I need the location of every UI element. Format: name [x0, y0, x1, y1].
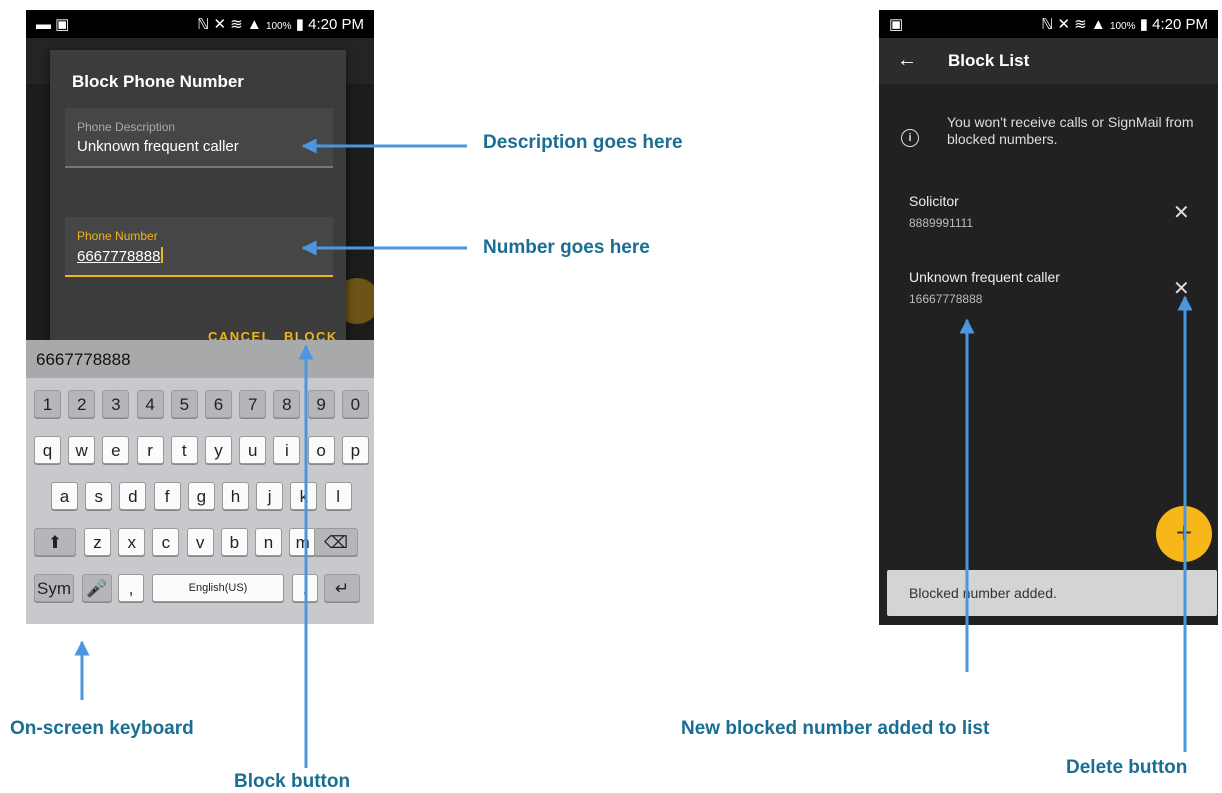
info-icon: i	[901, 129, 919, 147]
text-caret	[161, 247, 164, 263]
notification-icons: ▬ ▣	[36, 16, 70, 33]
key-1[interactable]: 1	[34, 390, 61, 418]
key-j[interactable]: j	[256, 482, 284, 510]
battery-percent: 100%	[1109, 21, 1136, 32]
add-blocked-number-button[interactable]: +	[1156, 506, 1212, 562]
phone-description-label: Phone Description	[77, 120, 176, 134]
battery-percent: 100%	[265, 21, 292, 32]
callout-keyboard: On-screen keyboard	[10, 718, 194, 739]
blocked-item-number: 16667778888	[909, 292, 983, 306]
key-t[interactable]: t	[170, 436, 198, 464]
key-2[interactable]: 2	[68, 390, 96, 418]
key-g[interactable]: g	[187, 482, 215, 510]
callout-block-button: Block button	[234, 771, 351, 792]
key-6[interactable]: 6	[205, 390, 232, 418]
key-s[interactable]: s	[85, 482, 113, 510]
app-bar: ← Block List	[879, 38, 1218, 84]
key-n[interactable]: n	[255, 528, 282, 556]
blocked-item-name: Unknown frequent caller	[909, 269, 1060, 285]
key-o[interactable]: o	[307, 436, 335, 464]
key-r[interactable]: r	[136, 436, 164, 464]
key-k[interactable]: k	[290, 482, 318, 510]
phone-description-value: Unknown frequent caller	[77, 138, 239, 155]
page-title: Block List	[948, 51, 1030, 70]
sym-key[interactable]: Sym	[34, 574, 74, 602]
key-i[interactable]: i	[273, 436, 301, 464]
key-z[interactable]: z	[84, 528, 111, 556]
key-a[interactable]: a	[51, 482, 78, 510]
block-number-dialog: Block Phone Number Phone Description Unk…	[50, 50, 346, 350]
back-arrow-icon[interactable]: ←	[897, 49, 917, 72]
key-9[interactable]: 9	[307, 390, 335, 418]
callout-description: Description goes here	[483, 132, 683, 153]
status-right: ℕ ✕ ≋ ▲ 100% ▮ 4:20 PM	[197, 15, 364, 33]
callout-delete-button: Delete button	[1066, 757, 1188, 778]
info-text: You won't receive calls or SignMail from…	[947, 114, 1194, 147]
microphone-key-icon[interactable]: 🎤	[82, 574, 112, 602]
key-m[interactable]: m	[289, 528, 317, 556]
snackbar: Blocked number added.	[887, 570, 1217, 616]
delete-close-icon[interactable]: ✕	[1173, 200, 1190, 225]
callout-new-number: New blocked number added to list	[681, 718, 990, 739]
key-c[interactable]: c	[152, 528, 180, 556]
delete-close-icon[interactable]: ✕	[1173, 276, 1190, 301]
blocked-item-number: 8889991111	[909, 216, 974, 230]
period-key[interactable]: .	[292, 574, 318, 602]
phone-number-label: Phone Number	[77, 229, 158, 243]
enter-key-icon[interactable]: ↵	[324, 574, 360, 602]
dialog-title: Block Phone Number	[72, 72, 244, 91]
shift-key-icon[interactable]: ⬆	[34, 528, 76, 556]
key-0[interactable]: 0	[341, 390, 369, 418]
key-w[interactable]: w	[68, 436, 96, 464]
snackbar-text: Blocked number added.	[909, 585, 1057, 601]
block-phone-number-screen: ▬ ▣ ℕ ✕ ≋ ▲ 100% ▮ 4:20 PM Block Phone N…	[26, 10, 374, 624]
key-8[interactable]: 8	[273, 390, 301, 418]
signal-icons: ℕ ✕ ≋ ▲	[1041, 16, 1106, 33]
space-key[interactable]: English(US)	[152, 574, 284, 602]
comma-key[interactable]: ,	[118, 574, 144, 602]
key-4[interactable]: 4	[136, 390, 164, 418]
notification-icons: ▣	[889, 16, 904, 33]
on-screen-keyboard: 6667778888 1234567890 qwertyuiop asdfghjkl…	[26, 340, 374, 624]
blocked-item-name: Solicitor	[909, 193, 959, 209]
key-7[interactable]: 7	[239, 390, 267, 418]
key-l[interactable]: l	[324, 482, 352, 510]
block-list-screen: ▣ ℕ ✕ ≋ ▲ 100% ▮ 4:20 PM ← Block List i …	[879, 10, 1218, 625]
phone-number-value-wrap: 6667778888	[77, 247, 164, 265]
battery-icon: ▮	[1139, 16, 1148, 33]
callout-number: Number goes here	[483, 237, 650, 258]
key-b[interactable]: b	[220, 528, 248, 556]
key-y[interactable]: y	[205, 436, 232, 464]
phone-number-field[interactable]: Phone Number 6667778888	[65, 217, 333, 277]
battery-icon: ▮	[295, 16, 304, 33]
key-q[interactable]: q	[34, 436, 61, 464]
clock: 4:20 PM	[1152, 16, 1208, 33]
key-p[interactable]: p	[341, 436, 369, 464]
key-f[interactable]: f	[153, 482, 181, 510]
phone-number-value: 6667778888	[77, 248, 161, 265]
key-x[interactable]: x	[118, 528, 146, 556]
key-v[interactable]: v	[186, 528, 214, 556]
signal-icons: ℕ ✕ ≋ ▲	[197, 16, 262, 33]
key-u[interactable]: u	[239, 436, 267, 464]
status-bar: ▬ ▣ ℕ ✕ ≋ ▲ 100% ▮ 4:20 PM	[26, 10, 374, 38]
backspace-key-icon[interactable]: ⌫	[314, 528, 358, 556]
key-3[interactable]: 3	[102, 390, 130, 418]
status-bar: ▣ ℕ ✕ ≋ ▲ 100% ▮ 4:20 PM	[879, 10, 1218, 38]
keyboard-suggestion-bar: 6667778888	[26, 340, 374, 378]
key-d[interactable]: d	[119, 482, 147, 510]
key-5[interactable]: 5	[170, 390, 198, 418]
keyboard-suggestion[interactable]: 6667778888	[36, 350, 131, 370]
clock: 4:20 PM	[308, 16, 364, 33]
status-right: ℕ ✕ ≋ ▲ 100% ▮ 4:20 PM	[1041, 15, 1208, 33]
key-e[interactable]: e	[102, 436, 130, 464]
phone-description-field[interactable]: Phone Description Unknown frequent calle…	[65, 108, 333, 168]
key-h[interactable]: h	[222, 482, 249, 510]
